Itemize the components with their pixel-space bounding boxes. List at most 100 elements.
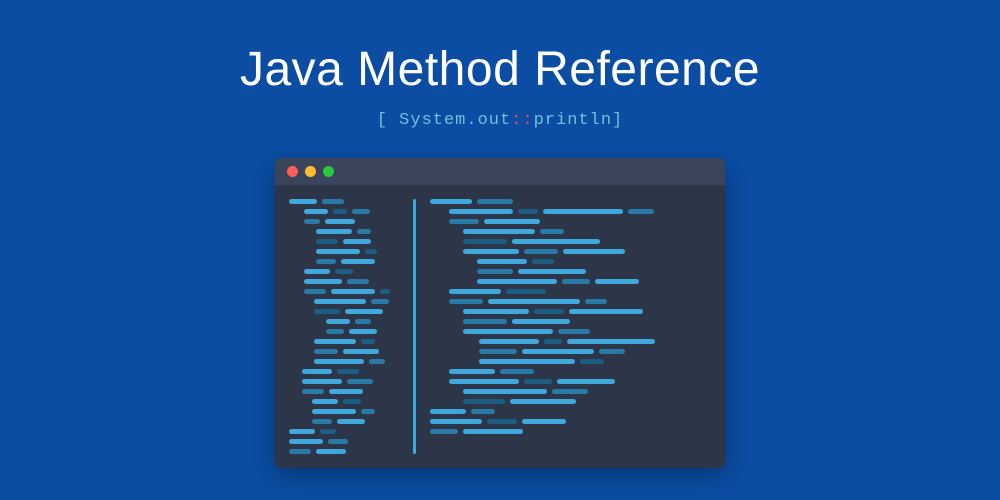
code-segment <box>289 309 309 314</box>
code-line <box>289 369 399 374</box>
code-line <box>289 269 399 274</box>
code-segment <box>595 279 639 284</box>
code-line <box>289 229 399 234</box>
editor-left-pane <box>289 199 409 454</box>
code-segment <box>430 199 472 204</box>
code-segment <box>430 309 458 314</box>
code-segment <box>289 429 315 434</box>
code-segment <box>326 319 350 324</box>
code-segment <box>463 329 553 334</box>
code-segment <box>558 329 590 334</box>
code-segment <box>289 279 299 284</box>
code-line <box>289 359 399 364</box>
code-segment <box>522 419 566 424</box>
code-segment <box>314 299 366 304</box>
code-segment <box>337 419 365 424</box>
code-line <box>430 269 709 274</box>
code-line <box>430 199 709 204</box>
code-segment <box>463 389 547 394</box>
code-segment <box>628 209 654 214</box>
code-line <box>430 329 709 334</box>
code-segment <box>479 339 539 344</box>
code-line <box>289 339 399 344</box>
code-line <box>289 219 399 224</box>
code-segment <box>510 399 576 404</box>
code-line <box>430 309 709 314</box>
code-segment <box>430 389 458 394</box>
code-segment <box>341 259 375 264</box>
code-line <box>430 219 709 224</box>
code-segment <box>289 339 309 344</box>
code-line <box>289 319 399 324</box>
code-segment <box>488 299 580 304</box>
code-line <box>289 239 399 244</box>
code-segment <box>304 289 326 294</box>
code-segment <box>328 439 348 444</box>
code-line <box>430 279 709 284</box>
code-line <box>430 429 709 434</box>
code-segment <box>335 269 353 274</box>
code-segment <box>484 219 540 224</box>
code-segment <box>289 399 307 404</box>
code-segment <box>449 289 501 294</box>
code-segment <box>312 399 338 404</box>
code-segment <box>580 359 604 364</box>
code-line <box>430 399 709 404</box>
code-segment <box>331 289 375 294</box>
code-segment <box>369 359 385 364</box>
subtitle-code: [ System.out::println] <box>377 111 623 130</box>
code-line <box>289 279 399 284</box>
code-segment <box>477 269 513 274</box>
code-line <box>430 349 709 354</box>
code-line <box>430 229 709 234</box>
code-segment <box>304 209 328 214</box>
code-segment <box>463 429 523 434</box>
code-segment <box>463 319 507 324</box>
code-segment <box>326 329 344 334</box>
code-segment <box>329 389 363 394</box>
code-segment <box>449 369 495 374</box>
code-line <box>289 329 399 334</box>
code-line <box>430 409 709 414</box>
code-segment <box>522 349 594 354</box>
code-segment <box>289 379 297 384</box>
code-segment <box>430 219 444 224</box>
code-segment <box>320 429 336 434</box>
code-line <box>430 259 709 264</box>
code-segment <box>322 199 344 204</box>
code-line <box>430 419 709 424</box>
open-bracket: [ <box>377 111 399 130</box>
code-line <box>430 239 709 244</box>
code-segment <box>430 399 458 404</box>
code-segment <box>289 259 311 264</box>
code-segment <box>477 279 557 284</box>
code-segment <box>562 279 590 284</box>
code-line <box>430 249 709 254</box>
code-line <box>289 399 399 404</box>
code-segment <box>361 339 375 344</box>
code-segment <box>289 419 307 424</box>
code-segment <box>430 379 444 384</box>
system-out-text: System.out <box>399 111 511 130</box>
code-segment <box>289 449 311 454</box>
code-segment <box>347 379 373 384</box>
code-segment <box>430 339 474 344</box>
code-segment <box>289 389 297 394</box>
code-line <box>289 449 399 454</box>
code-segment <box>557 379 615 384</box>
code-line <box>289 249 399 254</box>
code-segment <box>352 209 370 214</box>
code-editor-window <box>275 158 725 468</box>
code-segment <box>512 239 600 244</box>
code-line <box>289 199 399 204</box>
code-line <box>430 289 709 294</box>
code-line <box>430 389 709 394</box>
editor-body <box>275 185 725 468</box>
code-segment <box>337 369 359 374</box>
maximize-icon <box>323 166 334 177</box>
code-line <box>289 409 399 414</box>
code-segment <box>312 419 332 424</box>
code-line <box>289 379 399 384</box>
code-segment <box>289 299 309 304</box>
code-segment <box>289 409 307 414</box>
